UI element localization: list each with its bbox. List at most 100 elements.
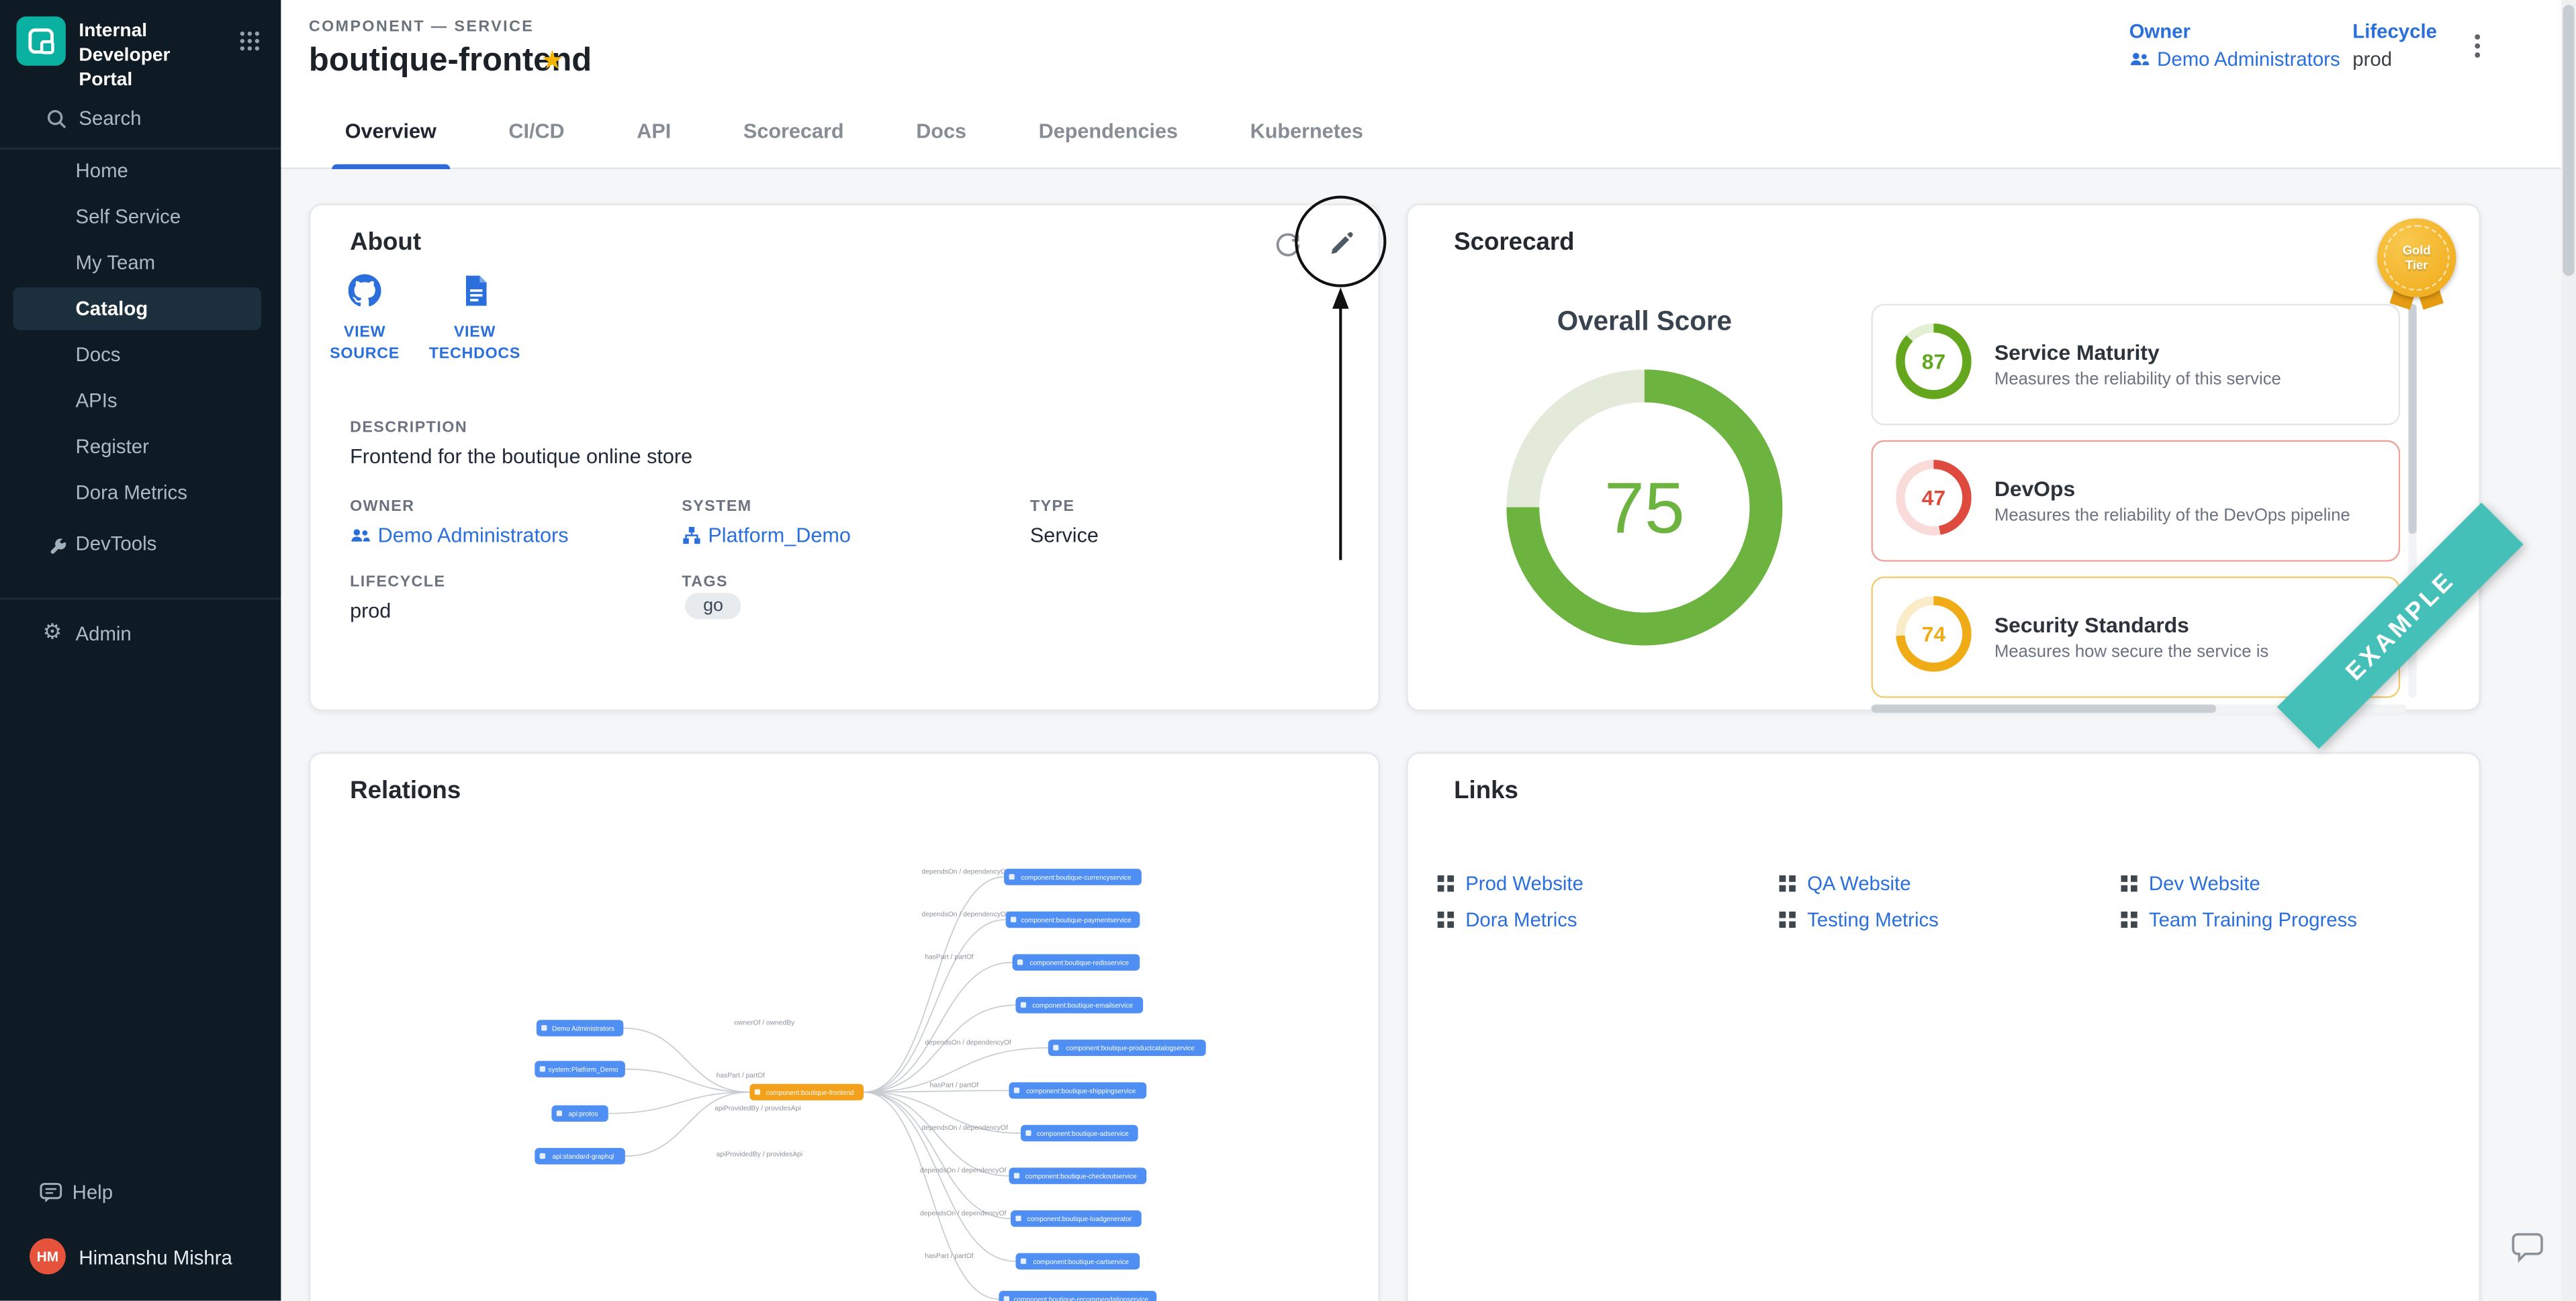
link-qa-website[interactable]: QA Website <box>1779 865 2121 900</box>
link-label: Prod Website <box>1465 871 1583 894</box>
graph-node-shipping[interactable]: component:boutique-shippingservice <box>1009 1082 1146 1098</box>
kebab-icon <box>2474 33 2481 59</box>
refresh-button[interactable] <box>1265 222 1312 267</box>
metric-name: Security Standards <box>1994 613 2268 638</box>
graph-node-owner[interactable]: Demo Administrators <box>537 1020 624 1036</box>
svg-text:dependsOn / dependencyOf: dependsOn / dependencyOf <box>920 1210 1007 1217</box>
graph-node-currency[interactable]: component:boutique-currencyservice <box>1004 869 1142 885</box>
entity-tabs: Overview CI/CD API Scorecard Docs Depend… <box>309 95 1399 169</box>
metric-name: DevOps <box>1994 476 2350 501</box>
link-team-training-progress[interactable]: Team Training Progress <box>2121 902 2459 936</box>
sidebar-item-help[interactable]: Help <box>0 1173 281 1212</box>
graph-node-checkout[interactable]: component:boutique-checkoutservice <box>1009 1167 1146 1184</box>
tab-kubernetes[interactable]: Kubernetes <box>1214 95 1399 169</box>
brand-logo-icon <box>25 25 58 58</box>
relations-card: Relations ownerOf / ownedByhasPart / par… <box>309 752 1380 1301</box>
feedback-chat-button[interactable] <box>2503 1222 2550 1268</box>
sidebar-item-register[interactable]: Register <box>13 426 261 469</box>
sidebar-search[interactable]: Search <box>0 99 281 138</box>
chat-bubble-icon <box>2509 1226 2545 1263</box>
dashboard-icon <box>1438 875 1454 891</box>
sidebar-item-label: Self Service <box>76 205 181 228</box>
sidebar-item-label: Docs <box>76 343 121 366</box>
app-logo[interactable] <box>16 16 65 65</box>
scrollbar-thumb[interactable] <box>2563 5 2574 276</box>
graph-node-productcatalog[interactable]: component:boutique-productcatalogservice <box>1048 1040 1206 1056</box>
graph-node-email[interactable]: component:boutique-emailservice <box>1015 997 1143 1013</box>
svg-text:dependsOn / dependencyOf: dependsOn / dependencyOf <box>921 868 1008 875</box>
about-card: About VIEW SOURCE <box>309 203 1380 711</box>
tab-api[interactable]: API <box>600 95 707 169</box>
metric-desc: Measures the reliability of the DevOps p… <box>1994 505 2350 525</box>
sidebar-item-my-team[interactable]: My Team <box>13 242 261 285</box>
help-chat-icon <box>40 1182 62 1203</box>
content-area: About VIEW SOURCE <box>281 169 2576 1301</box>
sidebar-item-self-service[interactable]: Self Service <box>13 195 261 238</box>
link-dora-metrics[interactable]: Dora Metrics <box>1438 902 1780 936</box>
description-label: DESCRIPTION <box>350 419 467 437</box>
graph-node-recommendation[interactable]: component:boutique-recommendationservice <box>999 1291 1156 1301</box>
system-field-value[interactable]: Platform_Demo <box>682 524 851 546</box>
svg-text:Demo Administrators: Demo Administrators <box>552 1025 614 1032</box>
wrench-icon <box>46 533 67 555</box>
svg-text:dependsOn / dependencyOf: dependsOn / dependencyOf <box>920 1167 1007 1175</box>
page-scrollbar[interactable] <box>2561 0 2576 1301</box>
lifecycle-field-label: LIFECYCLE <box>350 573 445 591</box>
graph-node-cart[interactable]: component:boutique-cartservice <box>1016 1253 1140 1269</box>
graph-node-system[interactable]: system:Platform_Demo <box>535 1061 625 1077</box>
view-techdocs-label: VIEW TECHDOCS <box>422 322 528 365</box>
sidebar-item-admin[interactable]: ⚙ Admin <box>0 614 281 654</box>
more-options-button[interactable] <box>2463 30 2492 62</box>
view-techdocs-button[interactable]: VIEW TECHDOCS <box>422 275 528 365</box>
help-label: Help <box>73 1181 113 1204</box>
badge-text: Gold <box>2403 243 2431 258</box>
sidebar-item-home[interactable]: Home <box>13 150 261 193</box>
graph-node-ad[interactable]: component:boutique-adservice <box>1021 1125 1138 1141</box>
svg-text:component:boutique-recommendat: component:boutique-recommendationservice <box>1014 1296 1149 1301</box>
metric-gauge: 74 <box>1896 595 1972 679</box>
tab-dependencies[interactable]: Dependencies <box>1003 95 1214 169</box>
sidebar-item-catalog[interactable]: Catalog <box>13 287 261 330</box>
owner-link[interactable]: Demo Administrators <box>2129 48 2340 70</box>
relations-title: Relations <box>350 777 461 805</box>
sidebar-item-label: APIs <box>76 389 118 412</box>
svg-text:ownerOf / ownedBy: ownerOf / ownedBy <box>735 1020 795 1027</box>
graph-node-frontend[interactable]: component:boutique-frontend <box>749 1084 864 1100</box>
tag-chip-go[interactable]: go <box>685 593 741 619</box>
tab-docs[interactable]: Docs <box>880 95 1002 169</box>
user-avatar[interactable]: HM <box>30 1239 66 1275</box>
description-value: Frontend for the boutique online store <box>350 445 692 468</box>
svg-text:system:Platform_Demo: system:Platform_Demo <box>548 1067 618 1074</box>
link-testing-metrics[interactable]: Testing Metrics <box>1779 902 2121 936</box>
breadcrumb: COMPONENT — SERVICE <box>309 18 534 36</box>
metric-card-1[interactable]: 47DevOpsMeasures the reliability of the … <box>1871 440 2400 562</box>
tab-cicd[interactable]: CI/CD <box>473 95 601 169</box>
metric-card-0[interactable]: 87Service MaturityMeasures the reliabili… <box>1871 304 2400 426</box>
tab-scorecard[interactable]: Scorecard <box>707 95 880 169</box>
sidebar-item-label: Register <box>76 435 149 458</box>
graph-node-redis[interactable]: component:boutique-redisservice <box>1013 954 1140 970</box>
sidebar-item-docs[interactable]: Docs <box>13 334 261 377</box>
relations-graph[interactable]: ownerOf / ownedByhasPart / partOfapiProv… <box>310 820 1381 1301</box>
header-owner: Owner Demo Administrators <box>2129 19 2340 70</box>
graph-node-api2[interactable]: api:standard-graphql <box>535 1148 625 1164</box>
graph-node-api1[interactable]: api:protos <box>551 1105 608 1121</box>
sidebar-item-devtools[interactable]: DevTools <box>0 524 281 563</box>
sidebar-item-apis[interactable]: APIs <box>13 379 261 422</box>
link-prod-website[interactable]: Prod Website <box>1438 865 1780 900</box>
link-dev-website[interactable]: Dev Website <box>2121 865 2459 900</box>
owner-field-value[interactable]: Demo Administrators <box>350 524 568 546</box>
sidebar-divider <box>0 597 281 599</box>
graph-node-payment[interactable]: component:boutique-paymentservice <box>1006 912 1140 928</box>
view-source-button[interactable]: VIEW SOURCE <box>312 275 418 365</box>
favorite-star-icon[interactable]: ★ <box>541 44 564 77</box>
tab-overview[interactable]: Overview <box>309 95 473 169</box>
edit-metadata-button[interactable] <box>1319 220 1365 267</box>
devtools-label: DevTools <box>76 532 157 555</box>
search-label: Search <box>79 107 141 130</box>
sidebar-item-dora-metrics[interactable]: Dora Metrics <box>13 471 261 514</box>
graph-node-loadgen[interactable]: component:boutique-loadgenerator <box>1011 1210 1142 1226</box>
metric-gauge: 87 <box>1896 323 1972 407</box>
links-title: Links <box>1454 777 1518 805</box>
apps-grid-icon[interactable] <box>238 30 261 60</box>
